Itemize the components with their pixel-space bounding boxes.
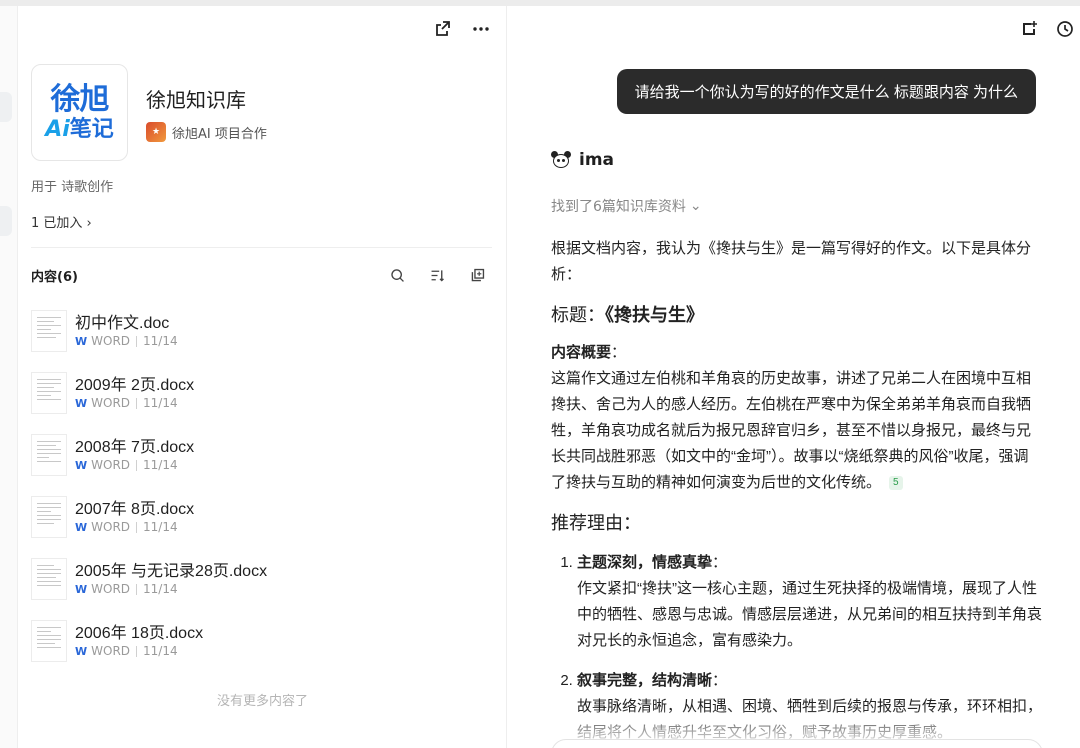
sort-icon[interactable] xyxy=(426,264,448,286)
document-meta: W WORD 11/14 xyxy=(75,334,178,348)
left-nav-strip xyxy=(0,6,18,748)
user-message: 请给我一个你认为写的好的作文是什么 标题跟内容 为什么 xyxy=(616,69,1036,114)
logo-text-line1: 徐旭 xyxy=(50,81,110,117)
word-icon: W xyxy=(75,520,88,534)
document-thumbnail xyxy=(31,372,67,414)
panda-icon xyxy=(551,151,571,169)
word-icon: W xyxy=(75,334,88,348)
nav-tab[interactable] xyxy=(0,92,12,122)
list-item[interactable]: 2006年 18页.docx W WORD 11/14 xyxy=(31,616,492,678)
kb-logo: 徐旭 Ai笔记 xyxy=(31,64,128,161)
chevron-down-icon: ⌄ xyxy=(689,198,702,214)
document-meta: W WORD 11/14 xyxy=(75,458,178,472)
new-note-icon[interactable] xyxy=(1018,18,1040,40)
reasons-heading: 推荐理由： xyxy=(551,513,641,533)
sources-toggle[interactable]: 找到了6篇知识库资料 ⌄ xyxy=(551,196,702,216)
document-name: 2005年 与无记录28页.docx xyxy=(75,563,268,580)
assistant-answer: 根据文档内容，我认为《搀扶与生》是一篇写得好的作文。以下是具体分析： 标题：《搀… xyxy=(551,236,1043,748)
document-meta: W WORD 11/14 xyxy=(75,396,178,410)
content-toolbar xyxy=(386,264,488,286)
reason-item: 主题深刻，情感真挚：作文紧扣“搀扶”这一核心主题，通过生死抉择的极端情境，展现了… xyxy=(577,550,1043,654)
divider xyxy=(31,247,492,248)
chat-toolbar xyxy=(1018,18,1076,40)
word-icon: W xyxy=(75,644,88,658)
citation-badge[interactable]: 5 xyxy=(889,476,903,491)
list-item[interactable]: 初中作文.doc W WORD 11/14 xyxy=(31,306,492,368)
share-icon[interactable] xyxy=(432,18,454,40)
document-thumbnail xyxy=(31,310,67,352)
chat-input[interactable] xyxy=(551,739,1043,748)
kb-title: 徐旭知识库 xyxy=(146,90,246,112)
document-thumbnail xyxy=(31,434,67,476)
summary-block: 内容概要： 这篇作文通过左伯桃和羊角哀的历史故事，讲述了兄弟二人在困境中互相搀扶… xyxy=(551,344,1032,491)
answer-intro: 根据文档内容，我认为《搀扶与生》是一篇写得好的作文。以下是具体分析： xyxy=(551,240,1032,283)
more-icon[interactable] xyxy=(470,18,492,40)
document-name: 2007年 8页.docx xyxy=(75,501,195,518)
document-meta: W WORD 11/14 xyxy=(75,520,178,534)
list-item[interactable]: 2008年 7页.docx W WORD 11/14 xyxy=(31,430,492,492)
word-icon: W xyxy=(75,582,88,596)
document-thumbnail xyxy=(31,620,67,662)
knowledge-base-panel: 徐旭 Ai笔记 徐旭知识库 ★ 徐旭AI 项目合作 用于 诗歌创作 1 已加入 … xyxy=(18,6,507,748)
document-name: 2008年 7页.docx xyxy=(75,439,195,456)
summary-text: 这篇作文通过左伯桃和羊角哀的历史故事，讲述了兄弟二人在困境中互相搀扶、舍己为人的… xyxy=(551,370,1032,491)
list-item[interactable]: 2007年 8页.docx W WORD 11/14 xyxy=(31,492,492,554)
document-name: 2009年 2页.docx xyxy=(75,377,195,394)
chat-panel: 请给我一个你认为写的好的作文是什么 标题跟内容 为什么 ima 找到了6篇知识库… xyxy=(507,6,1080,748)
list-item[interactable]: 2009年 2页.docx W WORD 11/14 xyxy=(31,368,492,430)
document-thumbnail xyxy=(31,496,67,538)
document-list: 初中作文.doc W WORD 11/14 2009年 2页.docx W WORD 1… xyxy=(31,306,492,678)
summary-label: 内容概要 xyxy=(551,344,612,361)
add-content-icon[interactable] xyxy=(466,264,488,286)
history-icon[interactable] xyxy=(1054,18,1076,40)
kb-members-link[interactable]: 1 已加入 › xyxy=(31,212,92,231)
list-item[interactable]: 2005年 与无记录28页.docx W WORD 11/14 xyxy=(31,554,492,616)
document-meta: W WORD 11/14 xyxy=(75,582,178,596)
essay-title-line: 标题：《搀扶与生》 xyxy=(551,305,704,325)
assistant-name: ima xyxy=(579,150,615,170)
owner-avatar: ★ xyxy=(146,122,166,142)
document-name: 初中作文.doc xyxy=(75,315,170,332)
logo-text-line2: Ai笔记 xyxy=(45,116,114,142)
nav-tab-active[interactable] xyxy=(0,206,12,236)
document-meta: W WORD 11/14 xyxy=(75,644,178,658)
search-icon[interactable] xyxy=(386,264,408,286)
content-count: 内容(6) xyxy=(31,270,78,285)
no-more-content: 没有更多内容了 xyxy=(216,694,308,709)
document-thumbnail xyxy=(31,558,67,600)
kb-usage: 用于 诗歌创作 xyxy=(31,180,114,195)
document-name: 2006年 18页.docx xyxy=(75,625,204,642)
word-icon: W xyxy=(75,458,88,472)
kb-owner[interactable]: ★ 徐旭AI 项目合作 xyxy=(146,122,267,142)
word-icon: W xyxy=(75,396,88,410)
assistant-header: ima xyxy=(551,150,614,170)
chevron-right-icon: › xyxy=(82,216,92,231)
owner-name: 徐旭AI 项目合作 xyxy=(172,126,267,142)
kb-toolbar xyxy=(432,18,492,40)
